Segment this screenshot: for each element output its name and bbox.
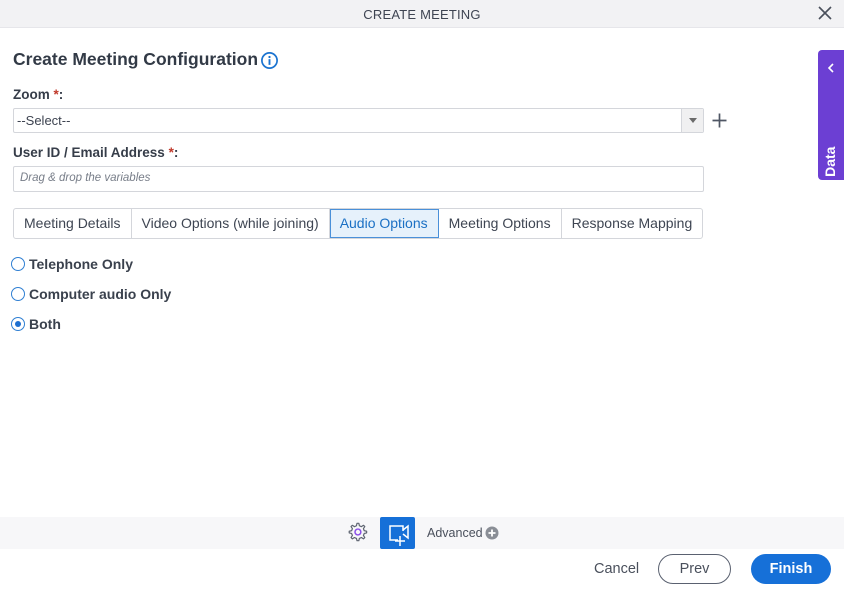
dropdown-arrow-icon[interactable] xyxy=(681,109,703,132)
bottom-toolbar xyxy=(0,517,844,549)
tab-response-mapping[interactable]: Response Mapping xyxy=(562,209,703,238)
tab-meeting-options[interactable]: Meeting Options xyxy=(439,209,562,238)
radio-label: Telephone Only xyxy=(29,256,133,272)
gear-icon[interactable] xyxy=(346,521,368,543)
radio-button-checked[interactable] xyxy=(11,317,25,331)
config-tabs: Meeting Details Video Options (while joi… xyxy=(13,208,704,239)
page-title: Create Meeting Configuration xyxy=(13,49,259,69)
plus-circle-icon[interactable] xyxy=(485,526,499,540)
tab-video-options[interactable]: Video Options (while joining) xyxy=(132,209,330,238)
user-id-label: User ID / Email Address *: xyxy=(13,145,178,160)
radio-telephone-only[interactable]: Telephone Only xyxy=(11,256,133,272)
radio-label: Computer audio Only xyxy=(29,286,172,302)
video-add-icon xyxy=(389,524,409,546)
prev-button[interactable]: Prev xyxy=(658,554,731,584)
finish-button[interactable]: Finish xyxy=(751,554,831,584)
label-colon: : xyxy=(173,145,179,160)
label-colon: : xyxy=(58,87,64,102)
user-id-placeholder: Drag & drop the variables xyxy=(20,172,151,184)
dialog-title: CREATE MEETING xyxy=(363,7,481,22)
user-id-input[interactable]: Drag & drop the variables xyxy=(13,166,704,192)
tab-audio-options[interactable]: Audio Options xyxy=(329,209,439,238)
zoom-select[interactable]: --Select-- xyxy=(13,108,704,133)
add-zoom-connection-plus-icon[interactable] xyxy=(711,112,728,129)
close-icon[interactable] xyxy=(817,5,833,21)
advanced-link[interactable]: Advanced xyxy=(427,526,483,540)
chevron-left-icon xyxy=(827,63,834,73)
radio-button[interactable] xyxy=(11,257,25,271)
dialog-titlebar: CREATE MEETING xyxy=(0,0,844,28)
radio-label: Both xyxy=(29,316,61,332)
video-add-button[interactable] xyxy=(380,517,415,549)
info-icon[interactable] xyxy=(260,51,279,70)
zoom-label: Zoom *: xyxy=(13,87,63,102)
tab-meeting-details[interactable]: Meeting Details xyxy=(14,209,132,238)
cancel-button[interactable]: Cancel xyxy=(594,561,639,577)
zoom-select-value: --Select-- xyxy=(17,113,71,128)
radio-button[interactable] xyxy=(11,287,25,301)
user-id-label-text: User ID / Email Address xyxy=(13,145,165,160)
app-data-label: App Data xyxy=(822,146,838,208)
zoom-label-text: Zoom xyxy=(13,87,50,102)
app-data-panel-toggle[interactable]: App Data xyxy=(818,50,844,208)
radio-both[interactable]: Both xyxy=(11,316,61,332)
radio-computer-audio-only[interactable]: Computer audio Only xyxy=(11,286,171,302)
